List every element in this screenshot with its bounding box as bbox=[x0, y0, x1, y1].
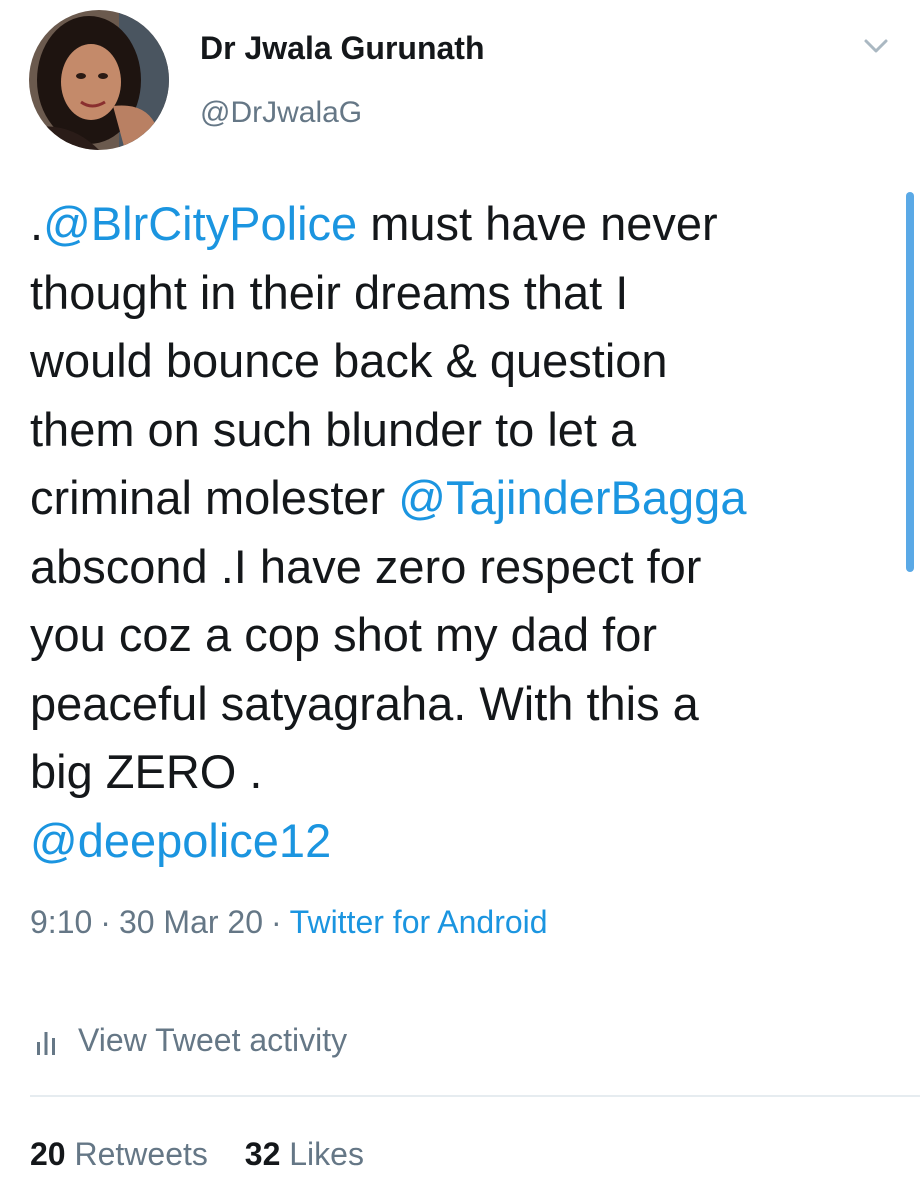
tweet-line: criminal molester @TajinderBagga bbox=[30, 464, 900, 533]
tweet-text-fragment: criminal molester bbox=[30, 471, 399, 524]
tweet-text-fragment: must have never bbox=[357, 197, 718, 250]
meta-separator: · bbox=[100, 904, 111, 940]
tweet-line: abscond .I have zero respect for bbox=[30, 539, 702, 593]
meta-separator: · bbox=[271, 904, 282, 940]
likes-count: 32 bbox=[244, 1136, 281, 1172]
user-handle[interactable]: @DrJwalaG bbox=[200, 96, 362, 130]
tweet-text-fragment: . bbox=[30, 197, 44, 250]
tweet-line: peaceful satyagraha. With this a bbox=[30, 676, 699, 730]
retweets-count: 20 bbox=[30, 1136, 66, 1172]
tweet-line: @deepolice12 bbox=[30, 807, 900, 876]
tweet-line: thought in their dreams that I bbox=[30, 265, 629, 319]
display-name[interactable]: Dr Jwala Gurunath bbox=[200, 30, 485, 67]
avatar-photo bbox=[29, 10, 169, 150]
divider bbox=[30, 1095, 920, 1097]
view-tweet-activity-label: View Tweet activity bbox=[78, 1022, 348, 1058]
avatar[interactable] bbox=[29, 10, 169, 150]
tweet-line: .@BlrCityPolice must have never bbox=[30, 190, 900, 259]
bar-chart-icon bbox=[36, 1027, 56, 1055]
tweet-line: would bounce back & question bbox=[30, 334, 668, 387]
tweet-meta: 9:10 · 30 Mar 20 · Twitter for Android bbox=[30, 904, 548, 941]
tweet-text: .@BlrCityPolice must have never thought … bbox=[30, 190, 900, 875]
mention-link[interactable]: @deepolice12 bbox=[30, 814, 331, 867]
tweet-line: them on such blunder to let a bbox=[30, 402, 637, 456]
mention-link[interactable]: @BlrCityPolice bbox=[43, 197, 357, 250]
view-tweet-activity-link[interactable]: View Tweet activity bbox=[36, 1022, 347, 1059]
retweets-label: Retweets bbox=[74, 1136, 208, 1172]
tweet-source-link[interactable]: Twitter for Android bbox=[290, 904, 548, 940]
tweet-time: 9:10 bbox=[30, 904, 93, 940]
mention-link[interactable]: @TajinderBagga bbox=[398, 471, 746, 524]
likes-stat[interactable]: 32 Likes bbox=[245, 1136, 364, 1173]
tweet-line: you coz a cop shot my dad for bbox=[30, 608, 657, 661]
likes-label: Likes bbox=[289, 1136, 364, 1172]
tweet-date: 30 Mar 20 bbox=[118, 904, 264, 940]
retweets-stat[interactable]: 20 Retweets bbox=[30, 1136, 208, 1173]
chevron-down-icon[interactable] bbox=[856, 32, 896, 62]
tweet-stats: 20 Retweets 32 Likes bbox=[30, 1136, 364, 1173]
tweet-line: big ZERO . bbox=[30, 745, 263, 798]
scrollbar[interactable] bbox=[906, 192, 914, 572]
